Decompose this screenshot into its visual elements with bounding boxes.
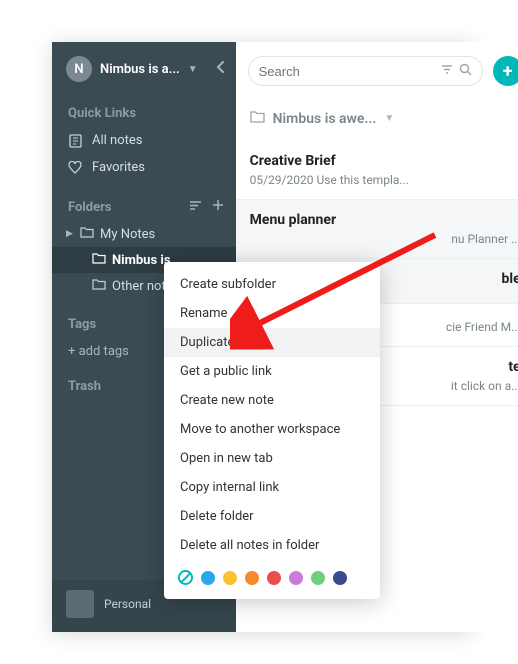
- sidebar-item-label: All notes: [92, 133, 142, 148]
- color-none-icon[interactable]: [178, 570, 193, 585]
- folder-label: My Notes: [100, 227, 155, 242]
- search-icon[interactable]: [459, 63, 472, 80]
- ctx-duplicate[interactable]: Duplicate: [164, 328, 380, 357]
- breadcrumb[interactable]: Nimbus is awe... ▼: [236, 100, 518, 141]
- folder-icon: [92, 278, 106, 294]
- ctx-get-public-link[interactable]: Get a public link: [164, 357, 380, 386]
- ctx-move-workspace[interactable]: Move to another workspace: [164, 415, 380, 444]
- folder-icon: [92, 252, 106, 268]
- color-swatch[interactable]: [245, 571, 259, 585]
- ctx-delete-all-notes[interactable]: Delete all notes in folder: [164, 531, 380, 560]
- note-title: Menu planner: [250, 212, 518, 228]
- folder-my-notes[interactable]: ▶ My Notes: [52, 221, 236, 247]
- add-folder-icon[interactable]: [212, 199, 224, 215]
- search-input[interactable]: [259, 64, 435, 79]
- ctx-create-subfolder[interactable]: Create subfolder: [164, 270, 380, 299]
- note-snippet: 05/29/2020 Use this templa...: [250, 173, 518, 187]
- note-item[interactable]: Creative Brief 05/29/2020 Use this templ…: [236, 141, 518, 200]
- ctx-color-row: [164, 560, 380, 587]
- expand-icon[interactable]: ▶: [66, 229, 74, 239]
- add-note-button[interactable]: +: [493, 56, 518, 86]
- collapse-sidebar-icon[interactable]: [216, 60, 226, 78]
- folders-title: Folders: [68, 200, 112, 215]
- ctx-rename[interactable]: Rename: [164, 299, 380, 328]
- folder-icon: [80, 226, 94, 242]
- note-item[interactable]: Menu planner nu Planner ...: [236, 200, 518, 259]
- ctx-open-new-tab[interactable]: Open in new tab: [164, 444, 380, 473]
- notes-icon: [68, 134, 82, 148]
- filter-icon[interactable]: [441, 64, 453, 79]
- chevron-down-icon[interactable]: ▼: [384, 113, 394, 124]
- sort-icon[interactable]: [189, 200, 202, 215]
- color-swatch[interactable]: [223, 571, 237, 585]
- color-swatch[interactable]: [333, 571, 347, 585]
- note-snippet: nu Planner ...: [250, 232, 518, 246]
- heart-icon: [68, 161, 82, 174]
- ctx-copy-internal-link[interactable]: Copy internal link: [164, 473, 380, 502]
- context-menu: Create subfolder Rename Duplicate Get a …: [164, 262, 380, 599]
- sidebar-item-label: Favorites: [92, 160, 145, 175]
- chevron-down-icon[interactable]: ▼: [188, 64, 198, 75]
- profile-thumb[interactable]: [66, 590, 94, 618]
- workspace-name[interactable]: Nimbus is a...: [100, 62, 180, 77]
- ctx-delete-folder[interactable]: Delete folder: [164, 502, 380, 531]
- sidebar-item-favorites[interactable]: Favorites: [52, 154, 236, 181]
- quick-links-title: Quick Links: [52, 96, 236, 127]
- breadcrumb-label: Nimbus is awe...: [273, 111, 377, 127]
- profile-label: Personal: [104, 597, 151, 611]
- color-swatch[interactable]: [311, 571, 325, 585]
- search-box[interactable]: [248, 56, 483, 86]
- sidebar-item-all-notes[interactable]: All notes: [52, 127, 236, 154]
- folder-icon: [250, 110, 265, 127]
- color-swatch[interactable]: [267, 571, 281, 585]
- color-swatch[interactable]: [289, 571, 303, 585]
- folder-label: Nimbus is: [112, 253, 171, 268]
- color-swatch[interactable]: [201, 571, 215, 585]
- ctx-create-new-note[interactable]: Create new note: [164, 386, 380, 415]
- note-title: Creative Brief: [250, 153, 518, 169]
- workspace-avatar[interactable]: N: [66, 56, 92, 82]
